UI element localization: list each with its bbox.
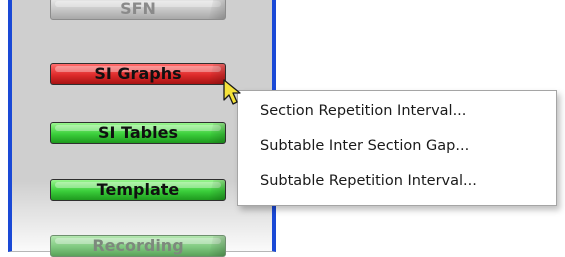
recording-button[interactable]: Recording [50,235,226,257]
si-tables-button[interactable]: SI Tables [50,122,226,144]
si-tables-button-label: SI Tables [97,123,178,142]
si-graphs-context-menu: Section Repetition Interval... Subtable … [237,90,557,206]
si-graphs-button[interactable]: SI Graphs [50,63,226,85]
si-graphs-button-label: SI Graphs [94,64,182,83]
sfn-button[interactable]: SFN [50,0,226,20]
template-button-label: Template [96,180,180,199]
template-button[interactable]: Template [50,179,226,201]
arrow-cursor-icon [223,79,241,105]
sfn-button-label: SFN [120,0,156,18]
menu-item-section-repetition-interval[interactable]: Section Repetition Interval... [260,103,466,119]
menu-item-subtable-inter-section-gap[interactable]: Subtable Inter Section Gap... [260,138,469,154]
recording-button-label: Recording [92,236,184,255]
menu-item-subtable-repetition-interval[interactable]: Subtable Repetition Interval... [260,173,477,189]
